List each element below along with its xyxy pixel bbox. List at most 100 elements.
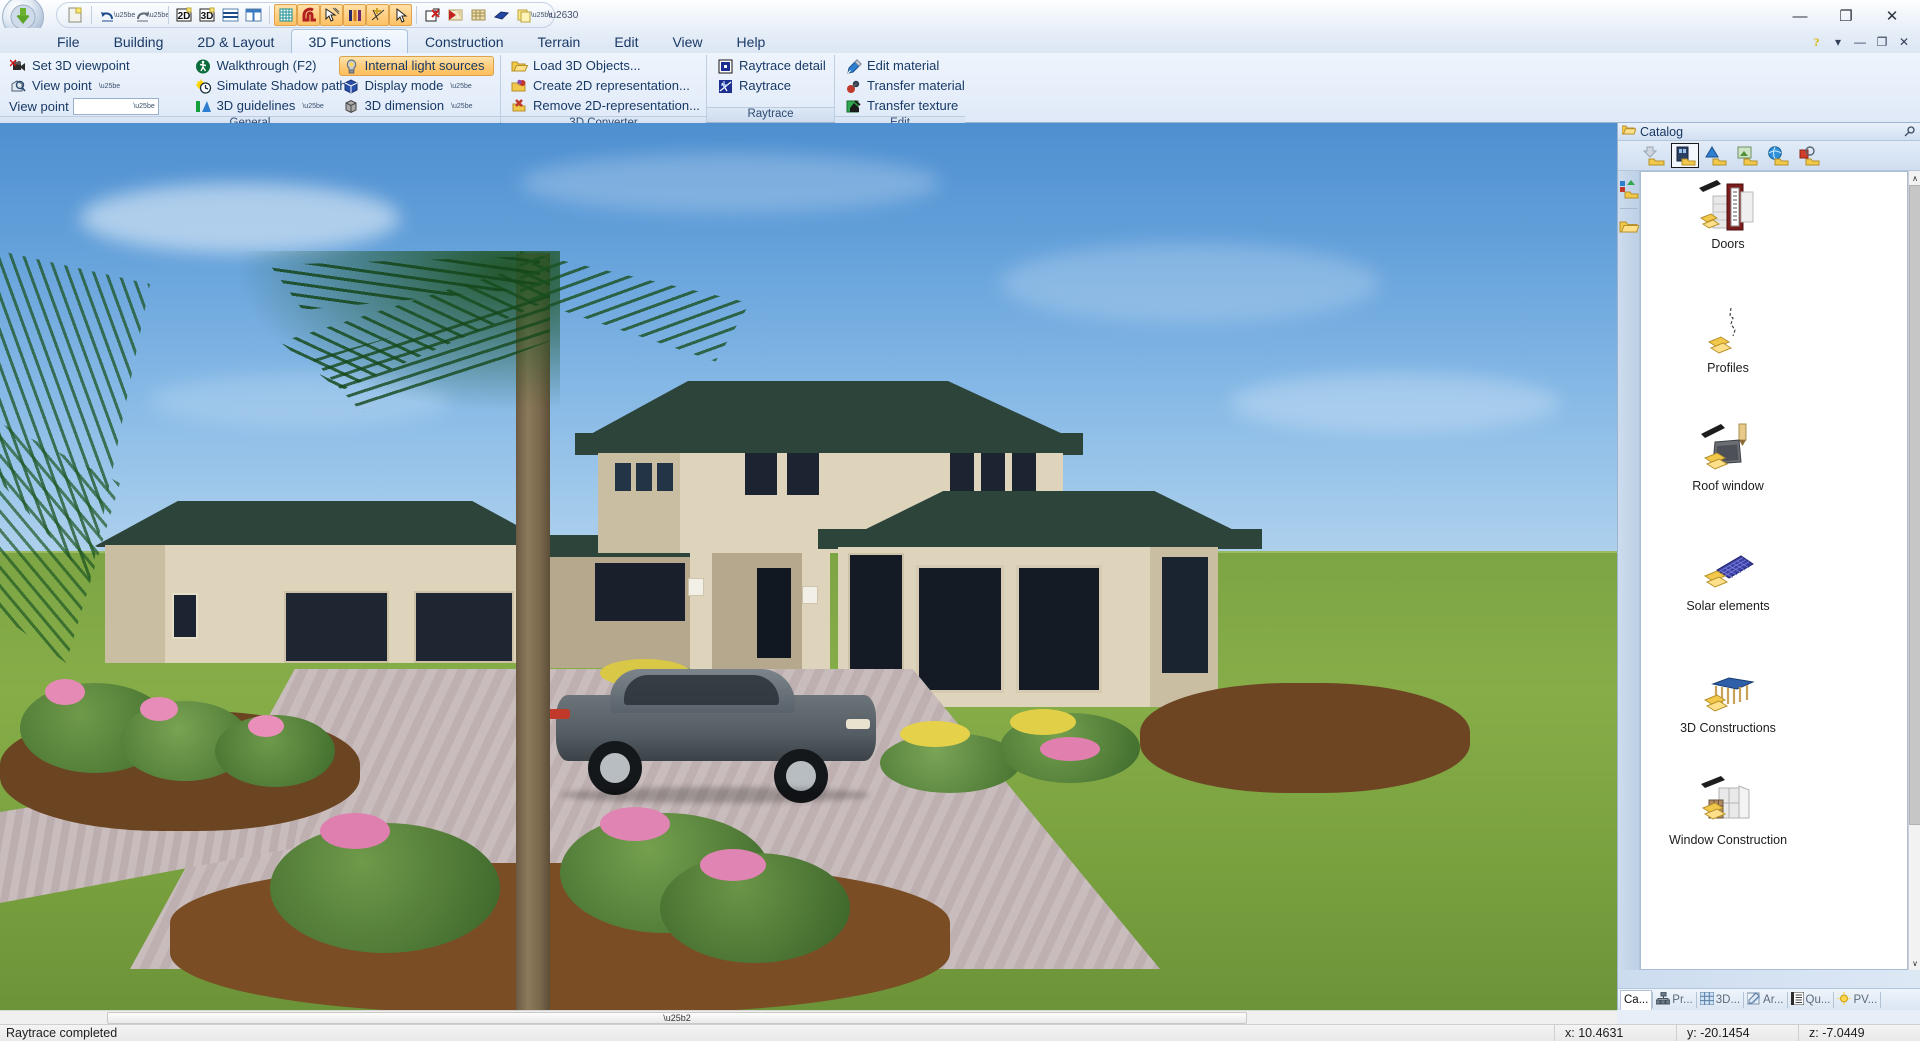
copy-dropdown-caret-icon[interactable]: \u25be xyxy=(531,5,552,25)
catalog-item-roof-window[interactable]: Roof window xyxy=(1653,420,1803,493)
quick-access-toolbar[interactable]: \u25be \u25be 2D 3D \u25be \u2630 xyxy=(52,1,579,29)
car-wheel-rear-rim xyxy=(600,753,630,783)
cloud xyxy=(520,153,940,213)
select-filter-icon[interactable] xyxy=(320,4,343,26)
ribbon-column-edit: Edit material Transfer material Transfer… xyxy=(841,56,966,116)
grid-icon[interactable] xyxy=(274,4,297,26)
tab-terrain[interactable]: Terrain xyxy=(521,29,598,54)
raytrace-button[interactable]: Raytrace xyxy=(713,76,833,96)
catalog-tab-materials[interactable] xyxy=(1795,143,1823,168)
catalog-item-label: 3D Constructions xyxy=(1680,721,1776,735)
catalog-scroll-thumb[interactable] xyxy=(1909,185,1920,825)
catalog-side-folder[interactable] xyxy=(1619,216,1639,238)
panel-tab-pv[interactable]: PV... xyxy=(1834,990,1880,1010)
load-3d-objects-button[interactable]: Load 3D Objects... xyxy=(507,56,707,76)
texture-pattern-icon[interactable] xyxy=(467,4,490,26)
chevron-down-icon[interactable]: ▾ xyxy=(1828,32,1848,52)
panel-tab-catalog[interactable]: Ca... xyxy=(1620,989,1653,1010)
internal-light-sources-button[interactable]: Internal light sources xyxy=(338,56,494,76)
3d-guidelines-button[interactable]: 3D guidelines \u25be xyxy=(191,96,339,116)
tab-building[interactable]: Building xyxy=(97,29,181,54)
new-document-icon[interactable] xyxy=(64,4,87,26)
view-point-dropdown-button[interactable]: View point \u25be xyxy=(6,76,191,96)
catalog-side-shapes[interactable] xyxy=(1619,179,1639,201)
chevron-down-icon[interactable]: \u25be xyxy=(302,103,323,110)
catalog-scrollbar[interactable]: ∧ ∨ xyxy=(1908,171,1920,970)
catalog-item-profiles[interactable]: Profiles xyxy=(1653,302,1803,375)
tab-view[interactable]: View xyxy=(655,29,719,54)
chevron-down-icon[interactable]: \u25be xyxy=(451,103,472,110)
chevron-down-icon[interactable]: \u25be xyxy=(450,83,471,90)
magnet-snap-icon[interactable] xyxy=(297,4,320,26)
panel-tab-3d[interactable]: 3D... xyxy=(1697,990,1743,1010)
status-message: Raytrace completed xyxy=(6,1026,118,1040)
window-minimize-button[interactable]: — xyxy=(1778,3,1822,29)
window-close-button[interactable]: ✕ xyxy=(1870,3,1914,29)
ribbon-close-icon[interactable]: ✕ xyxy=(1894,32,1914,52)
delete-object-icon[interactable] xyxy=(421,4,444,26)
3d-dimension-button[interactable]: 3D dimension \u25be xyxy=(339,96,494,116)
scroll-up-icon[interactable]: ∧ xyxy=(1909,171,1920,185)
split-horizontal-icon[interactable] xyxy=(219,4,242,26)
tab-file[interactable]: File xyxy=(40,29,97,54)
transfer-texture-button[interactable]: Transfer texture xyxy=(841,96,966,116)
undo-dropdown-caret-icon[interactable]: \u25be xyxy=(114,5,135,25)
transfer-material-button[interactable]: Transfer material xyxy=(841,76,966,96)
edit-material-button[interactable]: Edit material xyxy=(841,56,966,76)
view-point-select[interactable]: \u25be xyxy=(72,97,159,115)
panel-tab-project[interactable]: Pr... xyxy=(1653,990,1695,1010)
set-3d-viewpoint-button[interactable]: Set 3D viewpoint xyxy=(6,56,191,76)
catch-point-icon[interactable] xyxy=(366,4,389,26)
catalog-item-window-construction[interactable]: Window Construction xyxy=(1653,774,1803,847)
ribbon-minimize-icon[interactable]: — xyxy=(1850,32,1870,52)
catalog-tab-world[interactable] xyxy=(1764,143,1792,168)
catalog-tab-import[interactable] xyxy=(1640,143,1668,168)
chevron-down-icon[interactable]: \u25be xyxy=(99,83,120,90)
layers-icon[interactable] xyxy=(343,4,366,26)
walkthrough-button[interactable]: Walkthrough (F2) xyxy=(191,56,339,76)
tab-construction[interactable]: Construction xyxy=(408,29,521,54)
pin-icon[interactable] xyxy=(1902,125,1916,139)
catalog-tab-textures[interactable] xyxy=(1733,143,1761,168)
undo-icon[interactable] xyxy=(96,4,119,26)
help-question-icon[interactable]: ? xyxy=(1806,32,1826,52)
catalog-item-list[interactable]: Doors Profiles Roof window Solar element… xyxy=(1640,171,1908,970)
scroll-down-icon[interactable]: ∨ xyxy=(1909,956,1920,970)
select-arrow-icon[interactable] xyxy=(389,4,412,26)
catalog-item-3d-constructions[interactable]: 3D Constructions xyxy=(1653,662,1803,735)
ribbon-restore-icon[interactable]: ❐ xyxy=(1872,32,1892,52)
profile-catalog-icon xyxy=(1653,302,1803,358)
simulate-shadow-path-button[interactable]: Simulate Shadow path... xyxy=(191,76,358,96)
redo-icon[interactable] xyxy=(130,4,153,26)
redo-dropdown-caret-icon[interactable]: \u25be xyxy=(148,5,169,25)
3d-viewport[interactable] xyxy=(0,123,1617,1010)
split-vertical-icon[interactable] xyxy=(242,4,265,26)
panel-tab-quantities[interactable]: Qu... xyxy=(1788,990,1834,1010)
toolbar-overflow-icon[interactable]: \u2630 xyxy=(548,4,579,26)
catalog-tab-objects[interactable] xyxy=(1702,143,1730,168)
tab-help[interactable]: Help xyxy=(720,29,783,54)
remove-2d-representation-button[interactable]: Remove 2D-representation... xyxy=(507,96,707,116)
tab-edit[interactable]: Edit xyxy=(597,29,655,54)
create-2d-representation-button[interactable]: Create 2D representation... xyxy=(507,76,707,96)
display-mode-button[interactable]: Display mode \u25be xyxy=(339,76,494,96)
window-upper-3 xyxy=(657,463,673,491)
copy-objects-icon[interactable] xyxy=(513,4,536,26)
raytrace-detail-button[interactable]: Raytrace detail xyxy=(713,56,833,76)
viewport-scroll-thumb[interactable]: \u25b2 xyxy=(107,1011,1247,1024)
tab-2d-layout[interactable]: 2D & Layout xyxy=(180,29,291,54)
viewport-horizontal-scrollbar[interactable]: \u25b2 xyxy=(0,1010,1617,1024)
view-3d-icon[interactable]: 3D xyxy=(196,4,219,26)
lightbulb-icon xyxy=(343,58,360,75)
texture-red-icon[interactable] xyxy=(444,4,467,26)
load-3d-objects-label: Load 3D Objects... xyxy=(533,58,641,73)
view-2d-icon[interactable]: 2D xyxy=(173,4,196,26)
tab-3d-functions[interactable]: 3D Functions xyxy=(291,29,408,54)
panel-tab-architect[interactable]: Ar... xyxy=(1744,990,1786,1010)
window-maximize-button[interactable]: ❐ xyxy=(1824,3,1868,29)
plane-icon[interactable] xyxy=(490,4,513,26)
catalog-item-doors[interactable]: Doors xyxy=(1653,178,1803,251)
catalog-tab-doors[interactable] xyxy=(1671,143,1699,168)
catalog-side-divider xyxy=(1619,208,1638,209)
catalog-item-solar-elements[interactable]: Solar elements xyxy=(1653,540,1803,613)
